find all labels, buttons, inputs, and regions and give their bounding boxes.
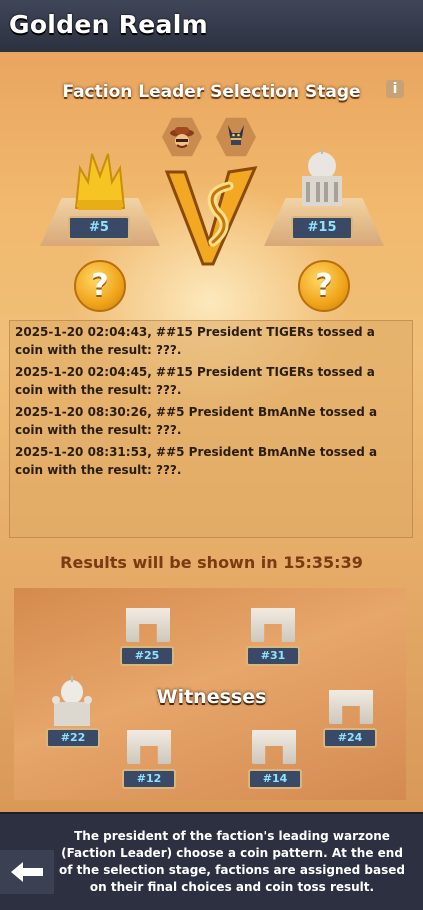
witness-zone-tag: #12: [122, 769, 176, 789]
witness-building-icon: [252, 724, 296, 770]
witness-zone-tag: #31: [246, 646, 300, 666]
page-title: Golden Realm: [9, 10, 208, 39]
cowboy-head-icon[interactable]: [162, 117, 202, 157]
right-leader-coin[interactable]: ?: [298, 260, 350, 312]
witness-zone-tag: #14: [248, 769, 302, 789]
results-countdown: Results will be shown in 15:35:39: [60, 553, 363, 572]
coin-toss-log: 2025-1-20 02:04:43, ##15 President TIGER…: [9, 320, 413, 538]
witness-zone-tag: #22: [46, 728, 100, 748]
back-arrow-icon: [11, 862, 43, 882]
versus-emblem-icon: [164, 166, 258, 266]
header-bar: Golden Realm: [0, 0, 423, 54]
witness-building-icon: [329, 684, 373, 730]
golden-crown-icon: [74, 153, 126, 210]
witness-zone-tag: #25: [120, 646, 174, 666]
white-palace-icon: [302, 148, 342, 206]
witness-building-icon: [126, 602, 170, 648]
right-leader-zone-tag: #15: [291, 216, 353, 240]
log-entry: 2025-1-20 02:04:43, ##15 President TIGER…: [15, 325, 375, 357]
left-leader-coin[interactable]: ?: [74, 260, 126, 312]
log-entry: 2025-1-20 08:30:26, ##5 President BmAnNe…: [15, 405, 378, 437]
log-entry: 2025-1-20 02:04:45, ##15 President TIGER…: [15, 365, 375, 397]
screen: Golden Realm Faction Leader Selection St…: [0, 0, 423, 910]
footer-description: The president of the faction's leading w…: [59, 829, 405, 894]
witness-building-icon: [251, 602, 295, 648]
left-leader-zone-tag: #5: [68, 216, 130, 240]
stage-title: Faction Leader Selection Stage: [62, 82, 361, 102]
info-icon[interactable]: i: [386, 80, 404, 98]
log-entry: 2025-1-20 08:31:53, ##5 President BmAnNe…: [15, 445, 378, 477]
witness-building-icon: [127, 724, 171, 770]
back-button[interactable]: [0, 850, 54, 894]
anubis-head-icon[interactable]: [216, 117, 256, 157]
witness-zone-tag: #24: [323, 728, 377, 748]
witness-palace-icon: [52, 676, 92, 726]
